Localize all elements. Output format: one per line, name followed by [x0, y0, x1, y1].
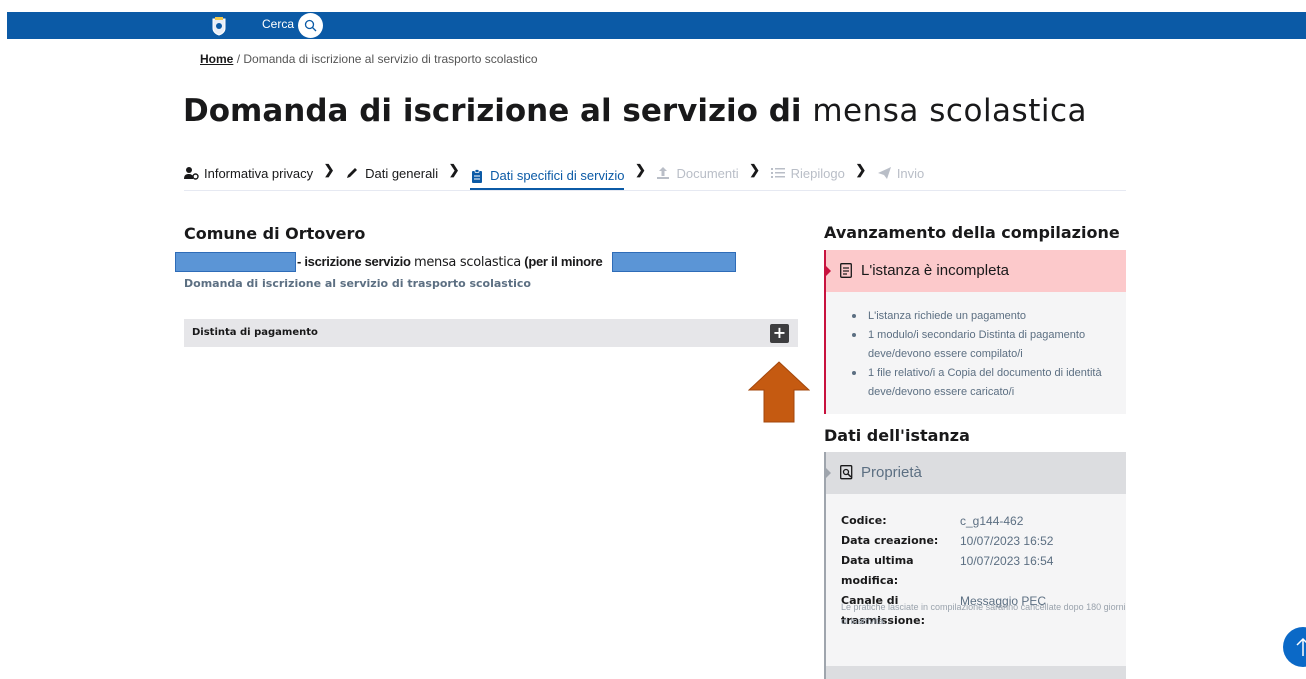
- step-riepilogo[interactable]: Riepilogo: [770, 162, 845, 183]
- chevron-right-icon: ❯: [749, 162, 761, 177]
- back-to-top-button[interactable]: [1283, 627, 1306, 667]
- search-button[interactable]: [298, 13, 323, 38]
- accordion-label: Distinta di pagamento: [192, 327, 318, 338]
- list-icon: [770, 168, 785, 178]
- instance-subtitle: Domanda di iscrizione al servizio di tra…: [184, 277, 531, 290]
- property-key: Data ultima modifica:: [841, 554, 914, 587]
- status-item: 1 file relativo/i a Copia del documento …: [852, 364, 1114, 402]
- document-search-icon: [840, 465, 853, 480]
- caret-right-icon: [826, 266, 831, 276]
- deletion-note: Le pratiche lasciate in compilazione sar…: [841, 602, 1126, 626]
- chevron-right-icon: ❯: [448, 162, 460, 177]
- status-label: L'istanza è incompleta: [861, 262, 1009, 279]
- step-label: Documenti: [676, 165, 739, 181]
- redacted-minor-name: [612, 252, 736, 272]
- user-shield-icon: [184, 167, 199, 180]
- step-documenti[interactable]: Documenti: [656, 162, 739, 183]
- breadcrumb-current: Domanda di iscrizione al servizio di tra…: [243, 52, 538, 66]
- wizard-steps: Informativa privacy ❯ Dati generali ❯ Da…: [184, 162, 1126, 191]
- status-item: L'istanza richiede un pagamento: [852, 307, 1114, 326]
- property-value: c_g144-462: [960, 514, 1024, 528]
- status-panel-header[interactable]: L'istanza è incompleta: [826, 250, 1126, 292]
- instance-data-title: Dati dell'istanza: [824, 426, 970, 445]
- property-row: Data ultima modifica: 10/07/2023 16:54: [841, 551, 1053, 591]
- paper-plane-icon: [877, 167, 891, 179]
- instance-title-accent: mensa scolastica: [413, 255, 521, 270]
- page-title-main: Domanda di iscrizione al servizio di: [183, 93, 802, 129]
- step-label: Dati generali: [365, 165, 439, 181]
- property-value: 10/07/2023 16:54: [960, 554, 1054, 568]
- step-label: Dati specifici di servizio: [490, 168, 625, 183]
- document-icon: [840, 263, 852, 278]
- instance-title-suffix: (per il minore: [524, 254, 603, 269]
- property-key: Codice:: [841, 514, 887, 527]
- clipboard-icon: [472, 168, 483, 183]
- step-label: Invio: [896, 165, 925, 181]
- chevron-right-icon: ❯: [855, 162, 867, 177]
- property-key: Data creazione:: [841, 534, 939, 547]
- chevron-right-icon: ❯: [323, 162, 335, 177]
- progress-title: Avanzamento della compilazione: [824, 223, 1120, 242]
- page-title: Domanda di iscrizione al servizio di men…: [183, 93, 1087, 129]
- search-icon: [304, 19, 317, 32]
- instance-title: - iscrizione servizio mensa scolastica (…: [297, 254, 603, 270]
- property-row: Codice: c_g144-462: [841, 511, 1053, 531]
- step-dati-generali[interactable]: Dati generali: [345, 162, 438, 183]
- status-panel: L'istanza è incompleta L'istanza richied…: [824, 250, 1126, 414]
- annotation-arrow-up: [748, 361, 810, 423]
- properties-panel: Proprietà Codice: c_g144-462 Data creazi…: [824, 452, 1126, 679]
- breadcrumb-separator: /: [236, 52, 241, 66]
- step-informativa-privacy[interactable]: Informativa privacy: [184, 162, 313, 183]
- municipal-crest-icon[interactable]: [207, 14, 231, 38]
- step-label: Riepilogo: [790, 165, 845, 181]
- accordion-distinta-pagamento[interactable]: Distinta di pagamento +: [184, 319, 798, 347]
- chevron-right-icon: ❯: [635, 162, 646, 177]
- properties-panel-header[interactable]: Proprietà: [826, 452, 1126, 494]
- redacted-applicant-name: [175, 252, 296, 272]
- breadcrumb-home-link[interactable]: Home: [200, 52, 233, 66]
- property-value: 10/07/2023 16:52: [960, 534, 1054, 548]
- municipality-title: Comune di Ortovero: [184, 224, 366, 243]
- step-label: Informativa privacy: [204, 165, 314, 181]
- search-label[interactable]: Cerca: [262, 17, 294, 31]
- page-title-accent: mensa scolastica: [812, 93, 1088, 129]
- caret-right-icon: [826, 468, 831, 478]
- arrow-up-icon: [1296, 637, 1306, 656]
- breadcrumb: Home / Domanda di iscrizione al servizio…: [200, 52, 538, 66]
- top-header-bar: Cerca: [7, 12, 1306, 39]
- add-module-button[interactable]: +: [770, 324, 789, 343]
- step-invio[interactable]: Invio: [877, 162, 924, 183]
- step-dati-specifici[interactable]: Dati specifici di servizio: [470, 162, 625, 190]
- property-row: Data creazione: 10/07/2023 16:52: [841, 531, 1053, 551]
- instance-title-prefix: - iscrizione servizio: [297, 254, 411, 269]
- pencil-icon: [347, 168, 358, 178]
- status-list: L'istanza richiede un pagamento 1 modulo…: [826, 292, 1126, 402]
- upload-icon: [657, 167, 670, 179]
- status-item: 1 modulo/i secondario Distinta di pagame…: [852, 326, 1114, 364]
- properties-label: Proprietà: [861, 464, 922, 481]
- panel-footer: [826, 666, 1126, 679]
